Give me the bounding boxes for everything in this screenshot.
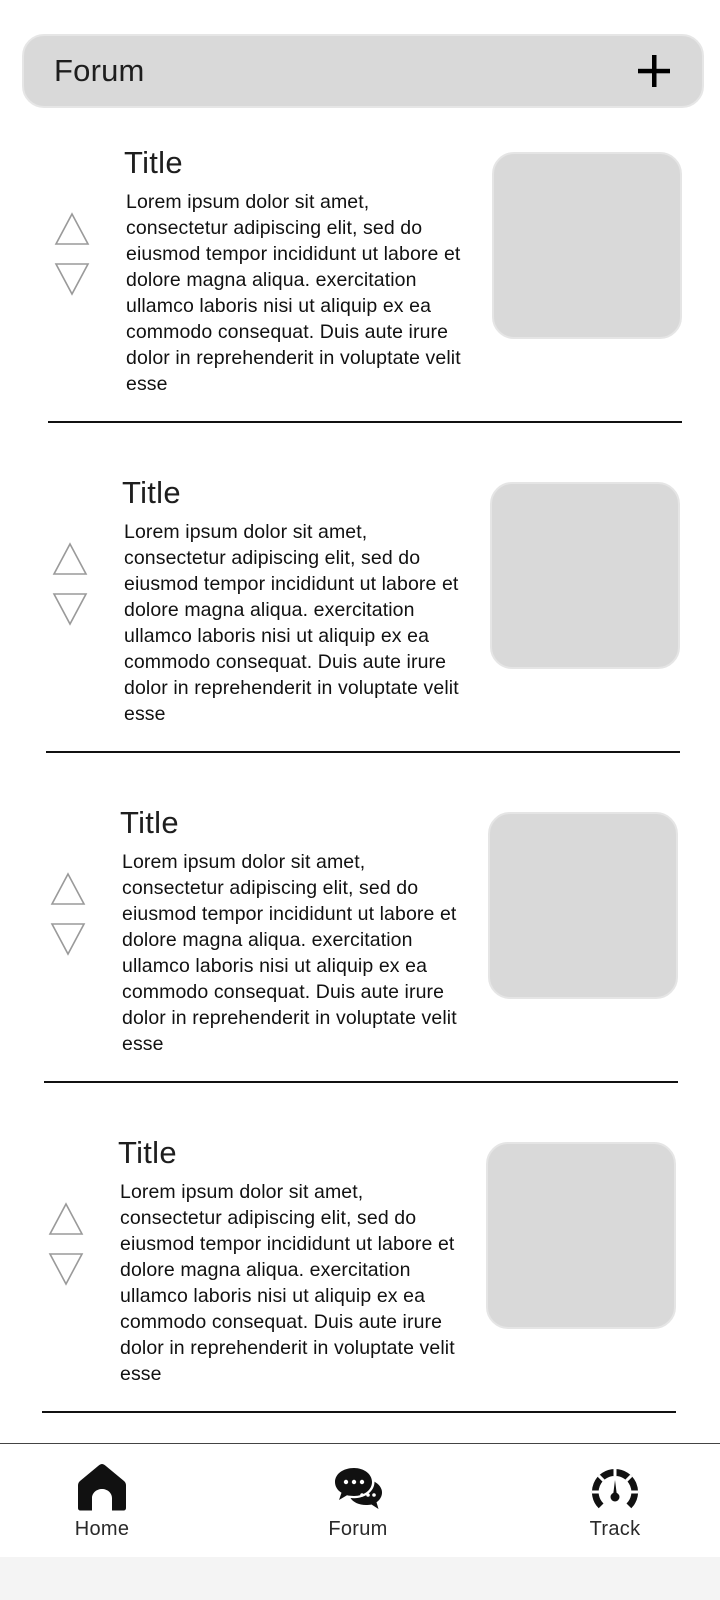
downvote-icon[interactable] xyxy=(50,922,86,956)
post-divider xyxy=(48,421,682,423)
post-image-placeholder xyxy=(490,482,680,669)
nav-forum[interactable]: Forum xyxy=(298,1444,418,1558)
vote-controls xyxy=(52,542,92,626)
nav-track[interactable]: Track xyxy=(555,1444,675,1558)
vote-controls xyxy=(48,1202,88,1286)
post-body: Lorem ipsum dolor sit amet, consectetur … xyxy=(124,521,459,725)
post-divider xyxy=(44,1081,678,1083)
nav-track-label: Track xyxy=(589,1518,641,1540)
post-body: Lorem ipsum dolor sit amet, consectetur … xyxy=(120,1181,455,1385)
nav-forum-label: Forum xyxy=(328,1518,388,1540)
forum-post[interactable]: Title Lorem ipsum dolor sit amet, consec… xyxy=(0,0,720,1413)
nav-home-label: Home xyxy=(74,1518,130,1540)
forum-screen: Forum Title Lorem ipsum dolor sit amet, … xyxy=(0,0,720,1600)
post-title: Title xyxy=(120,805,179,840)
post-divider xyxy=(42,1411,676,1413)
chat-bubbles-icon xyxy=(335,1468,382,1509)
post-title: Title xyxy=(118,1135,177,1170)
upvote-icon[interactable] xyxy=(52,542,88,576)
bottom-navigation: Home Forum Track xyxy=(0,1443,720,1557)
downvote-icon[interactable] xyxy=(52,592,88,626)
nav-home[interactable]: Home xyxy=(42,1444,162,1558)
post-image-placeholder xyxy=(488,812,678,999)
system-navigation-bar xyxy=(0,1557,720,1600)
home-icon xyxy=(78,1464,126,1511)
downvote-icon[interactable] xyxy=(48,1252,84,1286)
vote-controls xyxy=(50,872,90,956)
upvote-icon[interactable] xyxy=(50,872,86,906)
post-title: Title xyxy=(122,475,181,510)
post-divider xyxy=(46,751,680,753)
speedometer-icon xyxy=(591,1468,639,1509)
upvote-icon[interactable] xyxy=(48,1202,84,1236)
post-body: Lorem ipsum dolor sit amet, consectetur … xyxy=(122,851,457,1055)
post-image-placeholder xyxy=(486,1142,676,1329)
